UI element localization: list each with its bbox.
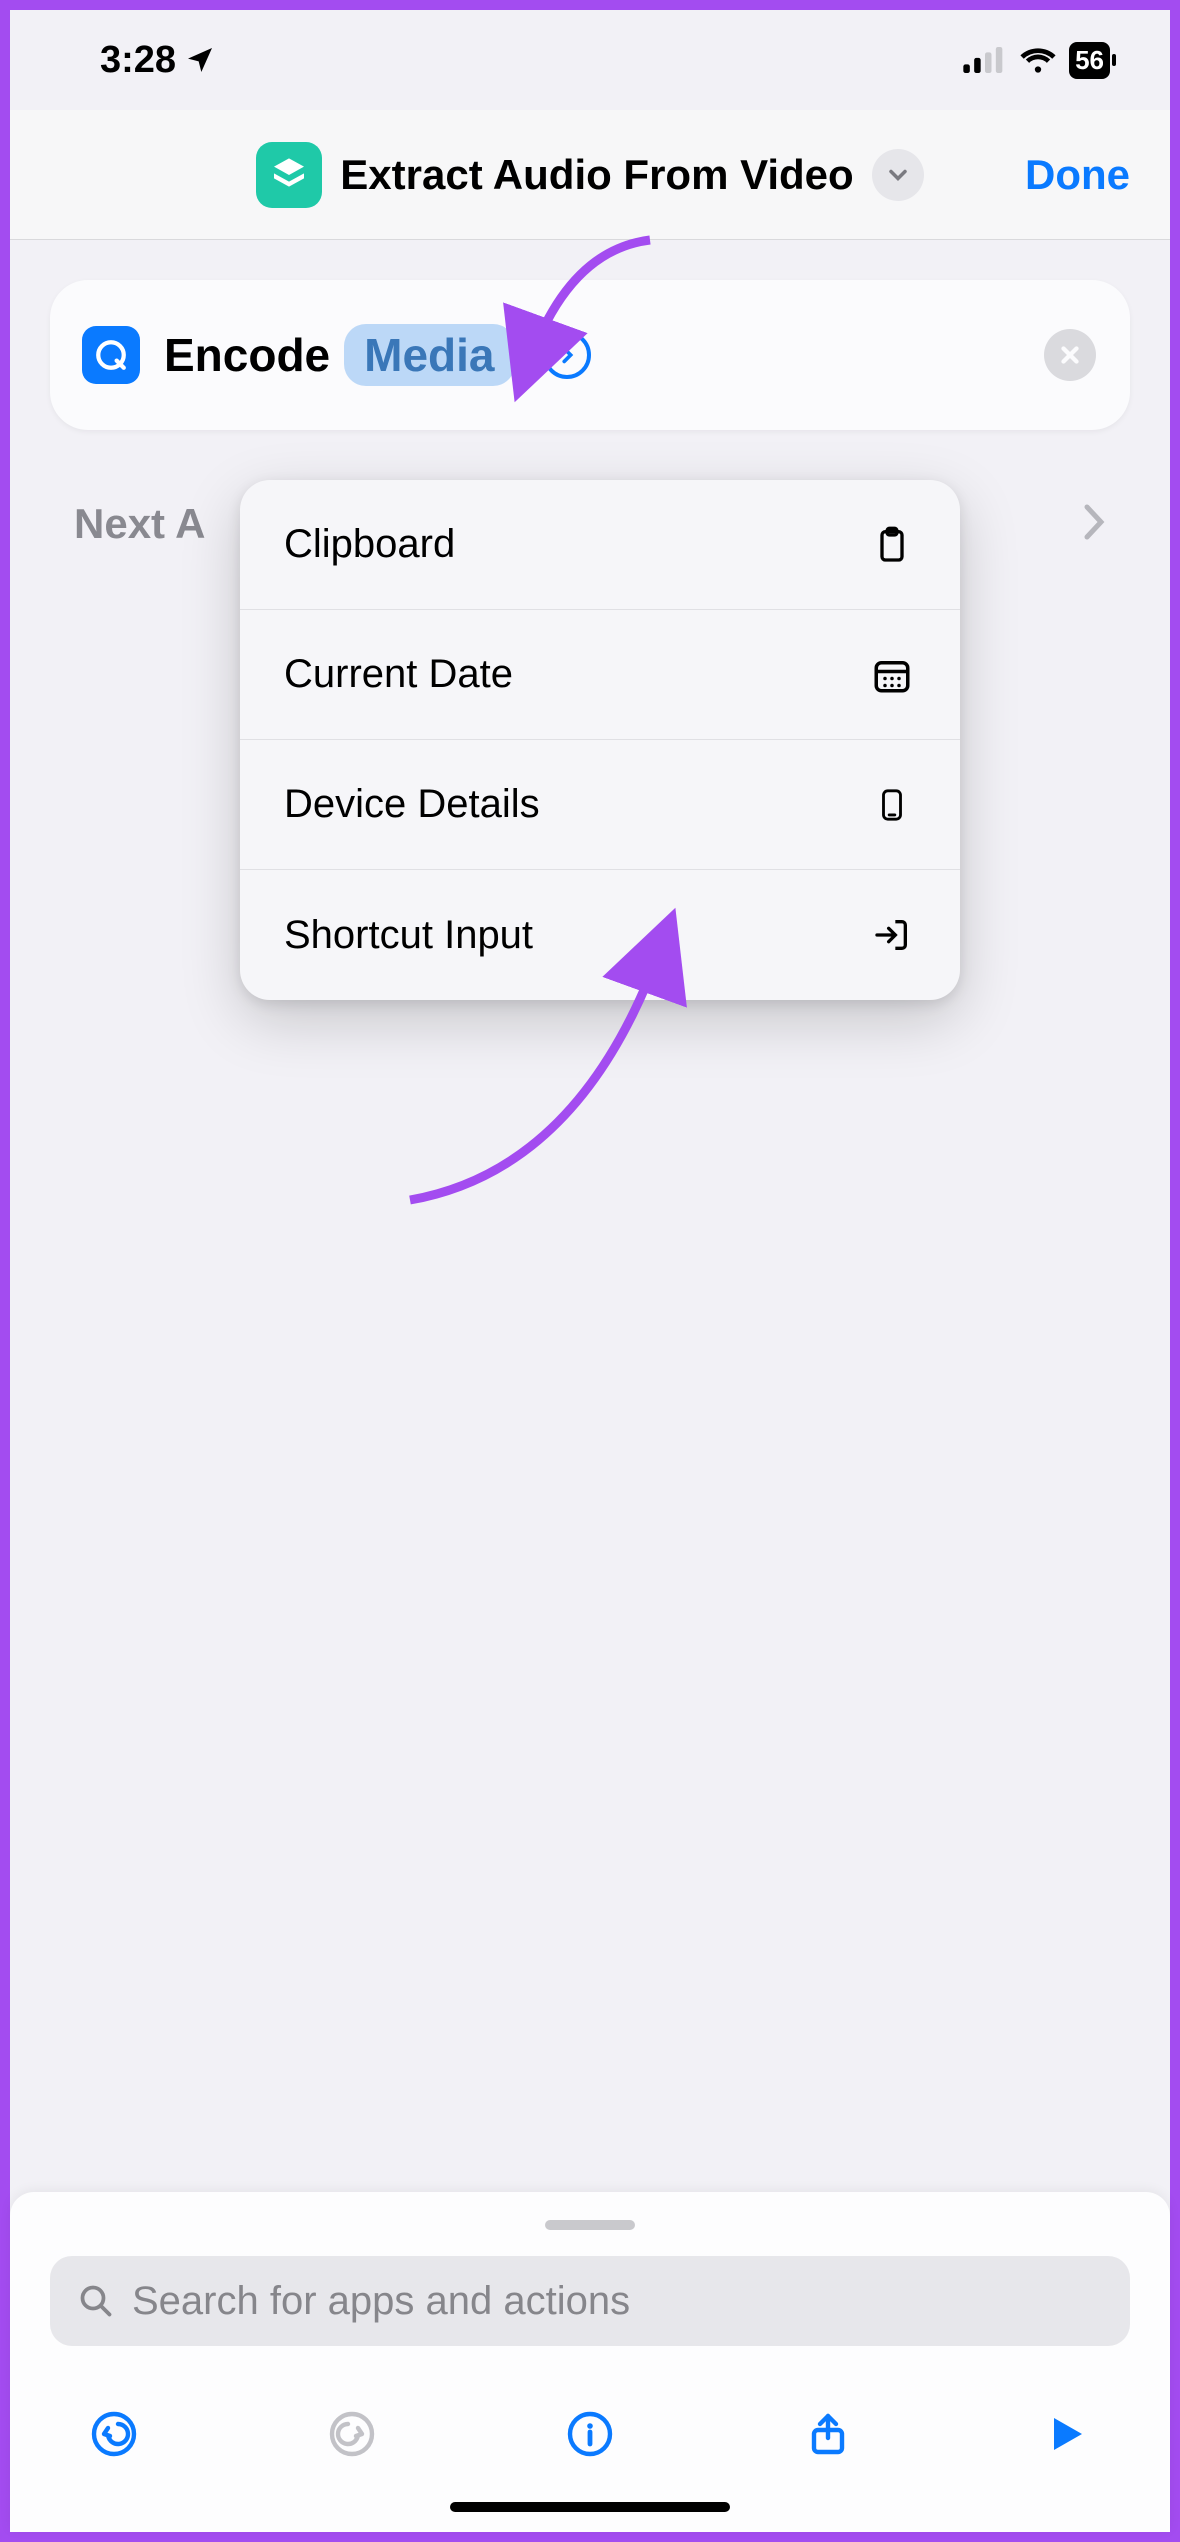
delete-action-button[interactable] — [1044, 329, 1096, 381]
done-button[interactable]: Done — [1025, 151, 1130, 199]
run-button[interactable] — [1038, 2406, 1094, 2462]
encode-media-action[interactable]: Encode Media — [50, 280, 1130, 430]
popup-item-label: Clipboard — [284, 522, 455, 567]
action-verb: Encode — [164, 328, 330, 382]
undo-button[interactable] — [86, 2406, 142, 2462]
popup-item-device-details[interactable]: Device Details — [240, 740, 960, 870]
nav-bar: Extract Audio From Video Done — [10, 110, 1170, 240]
drawer-grabber[interactable] — [545, 2220, 635, 2230]
popup-item-label: Shortcut Input — [284, 913, 533, 958]
quicktime-icon — [82, 326, 140, 384]
variable-picker-popup: Clipboard Current Date Device Details Sh… — [240, 480, 960, 1000]
share-button[interactable] — [800, 2406, 856, 2462]
chevron-right-icon — [1082, 502, 1106, 547]
search-icon — [78, 2283, 114, 2319]
editor-canvas[interactable]: Encode Media Next A — [10, 240, 1170, 2532]
input-icon — [868, 915, 916, 955]
expand-action-button[interactable] — [543, 331, 591, 379]
search-placeholder: Search for apps and actions — [132, 2279, 630, 2324]
wifi-icon — [1019, 41, 1057, 79]
media-variable-token[interactable]: Media — [344, 324, 514, 386]
popup-item-shortcut-input[interactable]: Shortcut Input — [240, 870, 960, 1000]
cell-signal-icon — [963, 47, 1007, 73]
home-indicator[interactable] — [450, 2502, 730, 2512]
location-icon — [184, 44, 216, 76]
redo-button[interactable] — [324, 2406, 380, 2462]
action-drawer[interactable]: Search for apps and actions — [10, 2192, 1170, 2532]
info-button[interactable] — [562, 2406, 618, 2462]
bottom-toolbar — [50, 2346, 1130, 2502]
search-field[interactable]: Search for apps and actions — [50, 2256, 1130, 2346]
popup-item-clipboard[interactable]: Clipboard — [240, 480, 960, 610]
clock: 3:28 — [100, 39, 176, 82]
popup-item-label: Current Date — [284, 652, 513, 697]
popup-item-label: Device Details — [284, 782, 540, 827]
calendar-icon — [868, 654, 916, 696]
phone-icon — [868, 783, 916, 827]
shortcut-title[interactable]: Extract Audio From Video — [340, 151, 853, 199]
popup-item-current-date[interactable]: Current Date — [240, 610, 960, 740]
battery-icon: 56 — [1069, 42, 1110, 79]
next-action-label: Next A — [74, 500, 205, 548]
shortcut-app-icon — [256, 142, 322, 208]
clipboard-icon — [868, 525, 916, 565]
status-bar: 3:28 56 — [10, 10, 1170, 110]
title-menu-button[interactable] — [872, 149, 924, 201]
